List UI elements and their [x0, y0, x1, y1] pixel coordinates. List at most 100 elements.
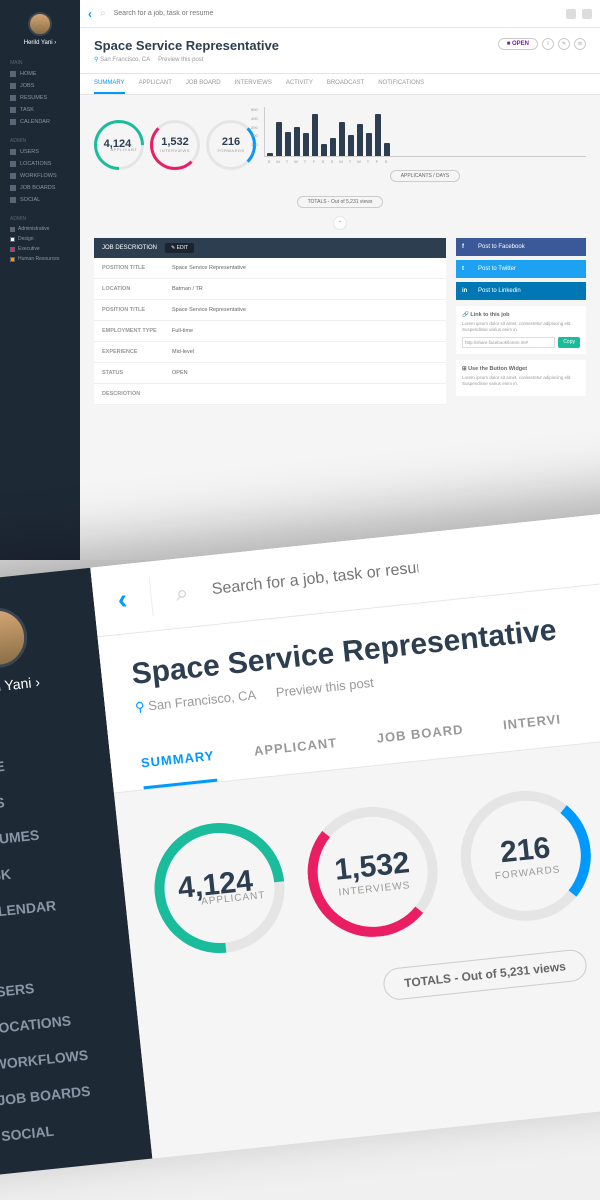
copy-button[interactable]: Copy	[558, 337, 580, 348]
checkbox-icon	[10, 247, 15, 252]
tab-notifications[interactable]: NOTIFICATIONS	[378, 74, 424, 94]
nav-main-header: Main	[0, 58, 80, 68]
post-twitter-button[interactable]: tPost to Twitter	[456, 260, 586, 278]
totals-badge: TOTALS - Out of 5,231 views	[297, 196, 384, 208]
action-btn-3[interactable]: ⊘	[574, 38, 586, 50]
preview-link[interactable]: Preview this post	[158, 57, 203, 63]
stat-interviews: 1,532 INTERVIEWS	[150, 120, 200, 170]
table-row: LOCATIONBatman / TR	[94, 279, 446, 300]
zoom-pin-icon: ⚲	[134, 699, 145, 715]
tab-interviews[interactable]: INTERVIEWS	[235, 74, 272, 94]
grid-icon[interactable]	[582, 9, 592, 19]
chart-bar	[267, 153, 273, 156]
table-row: POSITION TITLESpace Service Representati…	[94, 258, 446, 279]
users-icon	[10, 149, 16, 155]
zoom-tab-summary[interactable]: SUMMARY	[139, 732, 218, 789]
nav-locations[interactable]: LOCATIONS	[0, 158, 80, 170]
stat-forwards: 216 FORWARDS	[206, 120, 256, 170]
chart-bar	[339, 122, 345, 156]
nav-resumes[interactable]: RESUMES	[0, 92, 80, 104]
chart-bar	[366, 133, 372, 156]
user-icon[interactable]	[566, 9, 576, 19]
username: Herild Yani ›	[0, 40, 80, 46]
nav-calendar[interactable]: CALENDAR	[0, 116, 80, 128]
twitter-icon: t	[462, 266, 470, 272]
search-icon: ⌕	[100, 8, 106, 19]
stat-applicant: 4,124 APPLICANT	[84, 109, 155, 180]
action-btn-2[interactable]: ✎	[558, 38, 570, 50]
edit-button[interactable]: ✎ EDIT	[165, 243, 194, 253]
back-icon[interactable]: ‹	[88, 7, 92, 21]
chart-bar	[348, 135, 354, 156]
checkbox-icon	[10, 257, 15, 262]
tab-jobboard[interactable]: JOB BOARD	[186, 74, 221, 94]
nav-cb-header: Admin	[0, 214, 80, 224]
post-facebook-button[interactable]: fPost to Facebook	[456, 238, 586, 256]
zoom-tab-jobboard[interactable]: JOB BOARD	[374, 706, 466, 765]
widget-box: ⊞ Use the Button Widget Lorem ipsum dolo…	[456, 360, 586, 397]
job-table: JOB DESCRIOTION ✎ EDIT POSITION TITLESpa…	[94, 238, 446, 405]
cb-hr[interactable]: Human Resources	[0, 254, 80, 264]
tabs: SUMMARY APPLICANT JOB BOARD INTERVIEWS A…	[80, 74, 600, 95]
zoom-avatar	[0, 605, 30, 671]
social-icon	[10, 197, 16, 203]
nav-home[interactable]: HOME	[0, 68, 80, 80]
zoom-username: Herild Yani ›	[0, 667, 102, 704]
nav-main-section: Main HOME JOBS RESUMES TASK CALENDAR	[0, 54, 80, 132]
detail-section: JOB DESCRIOTION ✎ EDIT POSITION TITLESpa…	[94, 238, 586, 405]
nav-social[interactable]: SOCIAL	[0, 194, 80, 206]
nav-jobs[interactable]: JOBS	[0, 80, 80, 92]
nav-admin-header: Admin	[0, 136, 80, 146]
tab-activity[interactable]: ACTIVITY	[286, 74, 313, 94]
zoom-stat-applicant: 4,124 APPLICANT	[128, 797, 311, 980]
chart-bar	[384, 143, 390, 156]
stats-row: 4,124 APPLICANT 1,532 INTERVIEWS 216 FOR…	[94, 107, 586, 182]
nav-workflows[interactable]: WORKFLOWS	[0, 170, 80, 182]
tab-applicant[interactable]: APPLICANT	[139, 74, 172, 94]
cb-administrative[interactable]: Administrative	[0, 224, 80, 234]
chart-bar	[357, 124, 363, 156]
nav-task[interactable]: TASK	[0, 104, 80, 116]
action-btn-1[interactable]: I	[542, 38, 554, 50]
cb-design[interactable]: Design	[0, 234, 80, 244]
chart-bar	[375, 114, 381, 156]
nav-jobboards[interactable]: JOB BOARDS	[0, 182, 80, 194]
zoom-search-icon: ⌕	[174, 579, 189, 606]
chart-bar	[294, 127, 300, 156]
topbar-actions	[566, 9, 592, 19]
table-row: POSITION TITLESpace Service Representati…	[94, 300, 446, 321]
zoom-tab-applicant[interactable]: APPLICANT	[252, 719, 340, 777]
resumes-icon	[10, 95, 16, 101]
link-url-input[interactable]	[462, 337, 555, 348]
tab-summary[interactable]: SUMMARY	[94, 74, 125, 94]
chart-bar	[312, 114, 318, 156]
job-title: Space Service Representative	[94, 38, 279, 53]
post-linkedin-button[interactable]: inPost to Linkedin	[456, 282, 586, 300]
nav-users[interactable]: USERS	[0, 146, 80, 158]
widget-title: ⊞ Use the Button Widget	[462, 366, 580, 372]
applicants-chart: 5004003002001000 SMTWTFSSMTWTFS APPLICAN…	[264, 107, 586, 182]
chart-bar	[303, 133, 309, 156]
user-profile[interactable]: Herild Yani ›	[0, 8, 80, 54]
tab-broadcast[interactable]: BROADCAST	[327, 74, 364, 94]
calendar-icon	[10, 119, 16, 125]
social-column: fPost to Facebook tPost to Twitter inPos…	[456, 238, 586, 405]
checkbox-icon	[10, 237, 15, 242]
facebook-icon: f	[462, 244, 470, 250]
search-input[interactable]	[114, 10, 558, 17]
status-badge: ■ OPEN	[498, 38, 538, 50]
zoom-back-icon[interactable]: ‹	[116, 583, 129, 616]
zoom-search-input[interactable]	[211, 559, 419, 599]
chart-bar	[285, 132, 291, 156]
expand-button[interactable]: ⌃	[333, 216, 347, 230]
zoom-tab-interviews[interactable]: INTERVI	[501, 696, 564, 752]
table-row: DESCRIOTION	[94, 384, 446, 405]
content: 4,124 APPLICANT 1,532 INTERVIEWS 216 FOR…	[80, 95, 600, 417]
cb-executive[interactable]: Executive	[0, 244, 80, 254]
zoom-preview: Herild Yani › Main HOME JOBS RESUMES TAS…	[0, 495, 600, 1180]
sidebar: Herild Yani › Main HOME JOBS RESUMES TAS…	[0, 0, 80, 560]
zoom-preview-link[interactable]: Preview this post	[275, 675, 374, 701]
link-desc: Lorem ipsum dolor sit amet, consectetur …	[462, 321, 580, 333]
nav-admin-section: Admin USERS LOCATIONS WORKFLOWS JOB BOAR…	[0, 132, 80, 210]
checkbox-icon	[10, 227, 15, 232]
